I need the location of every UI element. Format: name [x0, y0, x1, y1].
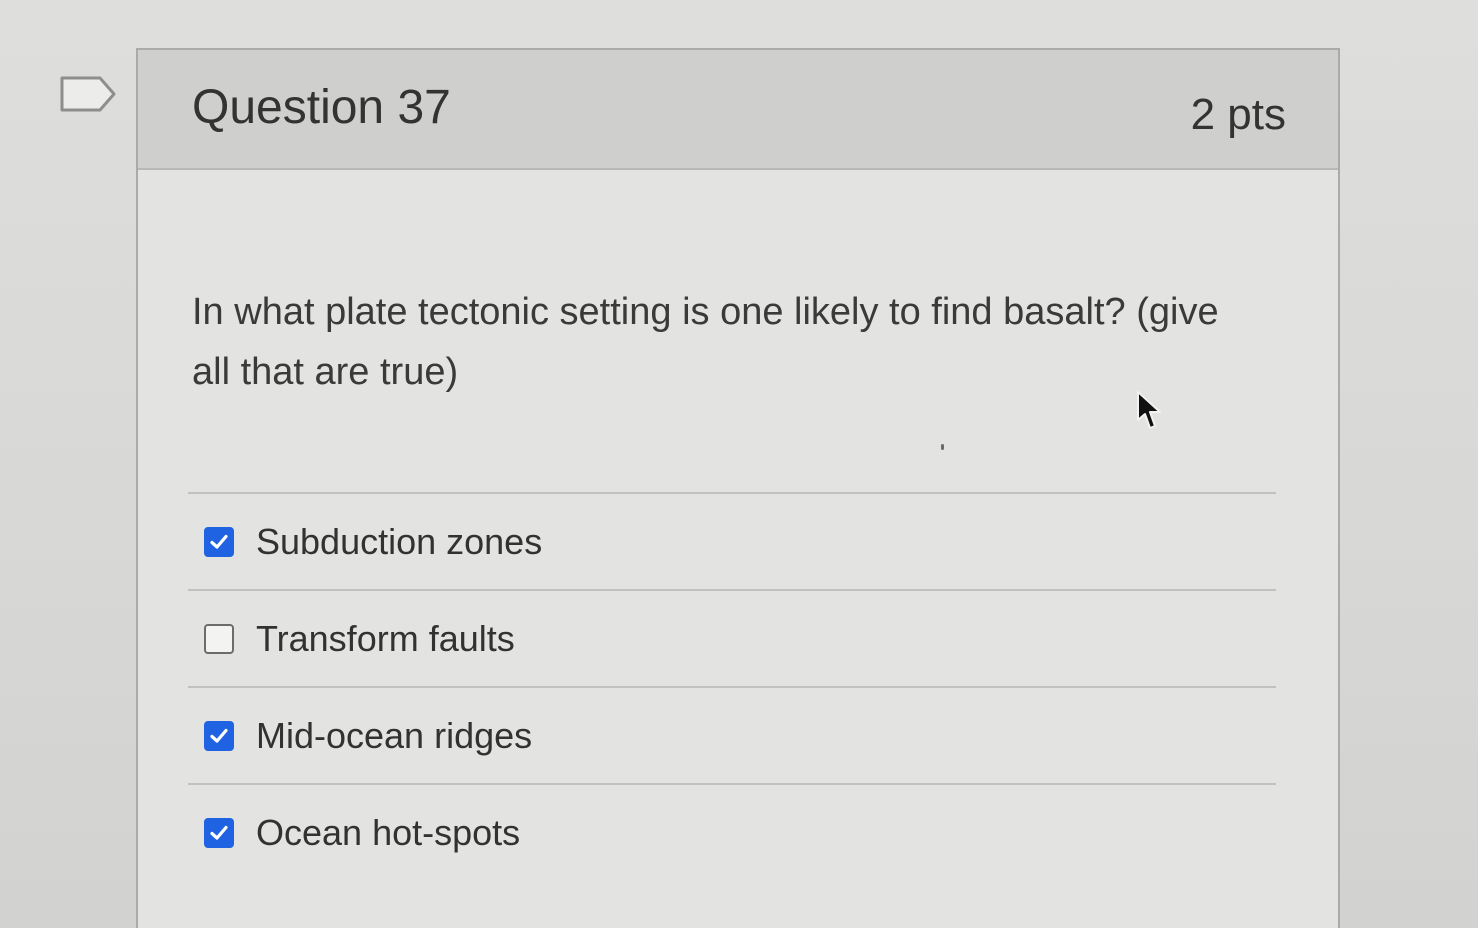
answer-list: Subduction zones Transform faults Mid-oc… — [188, 492, 1276, 880]
answer-label: Ocean hot-spots — [256, 811, 521, 853]
question-title: Question 37 — [192, 81, 451, 134]
checkbox[interactable] — [204, 623, 234, 654]
checkbox[interactable] — [204, 817, 234, 848]
quiz-screen: Question 37 2 pts In what plate tectonic… — [0, 0, 1478, 928]
question-points: 2 pts — [1190, 90, 1286, 139]
answer-label: Mid-ocean ridges — [256, 714, 533, 756]
answer-option-transform-faults[interactable]: Transform faults — [188, 591, 1276, 686]
question-header: Question 37 2 pts — [138, 50, 1338, 170]
answer-option-subduction-zones[interactable]: Subduction zones — [188, 494, 1276, 589]
flag-question-icon[interactable] — [58, 72, 118, 116]
answer-label: Transform faults — [256, 617, 515, 659]
question-card: Question 37 2 pts In what plate tectonic… — [136, 48, 1340, 928]
answer-label: Subduction zones — [256, 520, 543, 562]
checkbox[interactable] — [204, 720, 234, 751]
checkmark-icon — [210, 728, 228, 743]
flag-icon — [60, 76, 116, 112]
question-text: In what plate tectonic setting is one li… — [192, 291, 1219, 393]
answer-option-mid-ocean-ridges[interactable]: Mid-ocean ridges — [188, 688, 1276, 783]
screen-speck — [941, 444, 944, 450]
question-body: In what plate tectonic setting is one li… — [138, 170, 1338, 928]
answer-option-ocean-hot-spots[interactable]: Ocean hot-spots — [188, 785, 1276, 880]
checkmark-icon — [210, 825, 228, 840]
checkmark-icon — [210, 534, 228, 549]
checkbox[interactable] — [204, 526, 234, 557]
